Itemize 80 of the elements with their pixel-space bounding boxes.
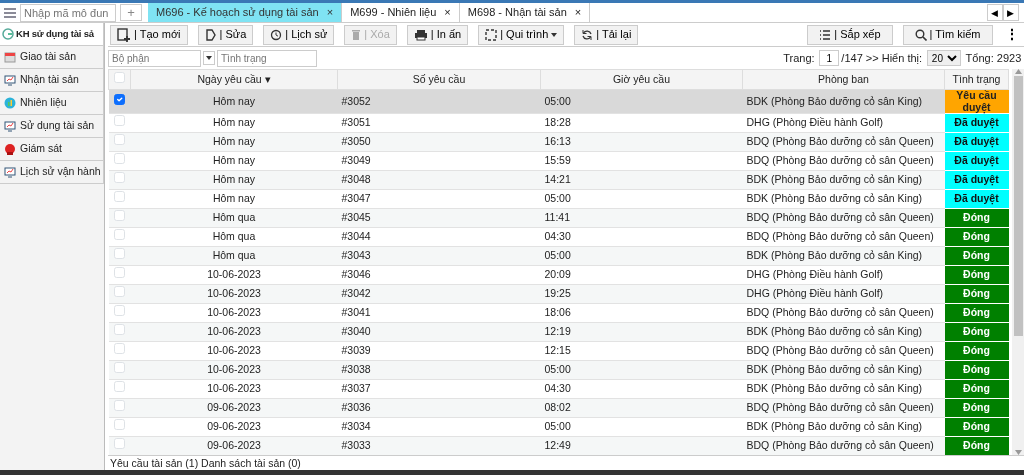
footer-text: Yêu cầu tài sản (1) Danh sách tài sản (0) — [110, 457, 301, 469]
table-cell: #3049 — [337, 151, 541, 171]
sidebar-item[interactable]: Giao tài sản — [0, 46, 104, 69]
table-cell: #3034 — [337, 417, 541, 437]
sidebar-item[interactable]: Nhiên liệu — [0, 92, 104, 115]
column-header[interactable]: Số yêu cầu — [337, 69, 541, 90]
table-cell: #3041 — [337, 303, 541, 323]
tab-label: M699 - Nhiên liệu — [350, 5, 437, 21]
table-cell: #3047 — [337, 189, 541, 209]
table-cell: #3052 — [337, 89, 541, 114]
page-label: Trang: — [783, 50, 815, 66]
table-cell: DHG (Phòng Điều hành Golf) — [742, 265, 945, 285]
column-header[interactable]: Giờ yêu cầu — [540, 69, 743, 90]
add-tab-button[interactable]: + — [120, 4, 142, 21]
table-cell: Hôm nay — [130, 113, 338, 133]
more-button[interactable]: ⋮ — [1002, 24, 1022, 45]
table-cell: Hôm qua — [130, 227, 338, 247]
table-cell: 05:00 — [540, 417, 743, 437]
table-cell: BDQ (Phòng Bảo dưỡng cỏ sân Queen) — [742, 341, 945, 361]
sidebar-item[interactable]: Nhận tài sản — [0, 69, 104, 92]
table-cell: #3039 — [337, 341, 541, 361]
toolbar-button[interactable]: | Sửa — [197, 24, 254, 45]
table-cell: 10-06-2023 — [130, 379, 338, 399]
table-cell: #3037 — [337, 379, 541, 399]
tab[interactable]: M696 - Kế hoạch sử dụng tài sản × — [148, 3, 343, 22]
table-cell: 20:09 — [540, 265, 743, 285]
table-cell: BDQ (Phòng Bảo dưỡng cỏ sân Queen) — [742, 227, 945, 247]
table-cell: BDK (Phòng Bảo dưỡng cỏ sân King) — [742, 417, 945, 437]
table-cell: 15:59 — [540, 151, 743, 171]
table-cell: Hôm nay — [130, 189, 338, 209]
table-cell: 09-06-2023 — [130, 417, 338, 437]
table-cell: BDQ (Phòng Bảo dưỡng cỏ sân Queen) — [742, 303, 945, 323]
sidebar-item[interactable]: Sử dụng tài sản — [0, 115, 104, 138]
table-cell: BDK (Phòng Bảo dưỡng cỏ sân King) — [742, 89, 945, 114]
table-cell: Hôm nay — [130, 89, 338, 114]
module-code-field[interactable]: Nhập mã mô đun — [20, 4, 116, 22]
sidebar-item[interactable]: KH sử dụng tài sả — [0, 23, 104, 46]
toolbar-button[interactable]: | Sắp xếp — [807, 24, 893, 45]
toolbar-button[interactable]: | Qui trình — [478, 24, 565, 45]
status-cell: Đã duyệt — [944, 113, 1009, 133]
table-cell: 05:00 — [540, 189, 743, 209]
toolbar-button[interactable]: | Tạo mới — [110, 24, 188, 45]
table-cell: 04:30 — [540, 379, 743, 399]
total-count: Tổng: 2923 — [965, 50, 1022, 66]
column-header[interactable]: Phòng ban — [742, 69, 945, 90]
table-cell: 18:28 — [540, 113, 743, 133]
table-cell: #3046 — [337, 265, 541, 285]
tab-label: M696 - Kế hoạch sử dụng tài sản — [156, 5, 319, 21]
table-cell: #3044 — [337, 227, 541, 247]
table-cell: 10-06-2023 — [130, 303, 338, 323]
toolbar-button[interactable]: | Lịch sử — [263, 24, 335, 45]
table-cell: BDQ (Phòng Bảo dưỡng cỏ sân Queen) — [742, 151, 945, 171]
close-button[interactable]: × — [326, 4, 334, 21]
toolbar-button[interactable]: | Tải lại — [574, 24, 639, 45]
table-cell: DHG (Phòng Điều hành Golf) — [742, 113, 945, 133]
table-cell: BDK (Phòng Bảo dưỡng cỏ sân King) — [742, 379, 945, 399]
department-field[interactable]: Bộ phận — [108, 49, 201, 67]
table-cell: BDK (Phòng Bảo dưỡng cỏ sân King) — [742, 189, 945, 209]
column-header[interactable]: Tình trạng — [944, 69, 1009, 90]
table-cell: 10-06-2023 — [130, 265, 338, 285]
table-cell: #3051 — [337, 113, 541, 133]
toolbar-button[interactable]: | In ấn — [406, 24, 469, 45]
table-cell: 04:30 — [540, 227, 743, 247]
status-field[interactable]: Tình trạng — [217, 49, 317, 67]
sidebar-item[interactable]: Lịch sử vận hành — [0, 161, 104, 184]
toolbar-button[interactable]: | Tìm kiếm — [902, 24, 993, 45]
table-cell: 10-06-2023 — [130, 341, 338, 361]
sidebar-item[interactable]: Giám sát — [0, 138, 104, 161]
page-field[interactable]: 1 — [819, 50, 840, 66]
table-cell: 05:00 — [540, 89, 743, 114]
scroll-left-button[interactable]: ◀ — [986, 4, 1003, 21]
tab-label: M698 - Nhận tài sản — [467, 5, 567, 21]
table-cell: 18:06 — [540, 303, 743, 323]
page-size-select[interactable]: 20 — [926, 50, 961, 66]
page-count: /147 >> Hiển thị: — [841, 50, 923, 66]
table-cell: Hôm nay — [130, 151, 338, 171]
close-button[interactable]: × — [574, 4, 582, 21]
column-header[interactable]: Ngày yêu cầu ▾ — [130, 69, 338, 90]
close-button[interactable]: × — [444, 4, 451, 21]
table-cell: 12:15 — [540, 341, 743, 361]
